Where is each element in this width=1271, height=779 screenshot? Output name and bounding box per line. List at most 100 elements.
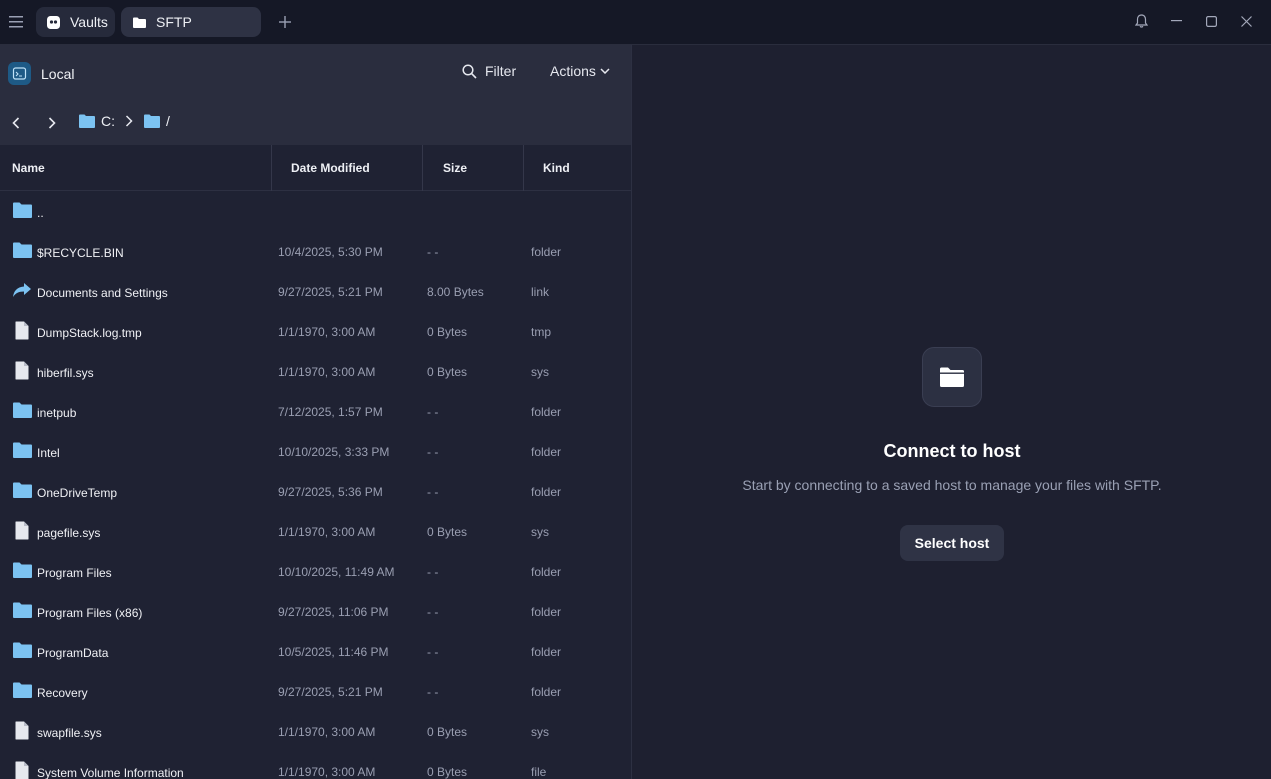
plus-icon xyxy=(279,16,291,28)
file-date: 10/10/2025, 11:49 AM xyxy=(278,565,395,579)
folder-icon xyxy=(12,440,32,460)
folder-icon xyxy=(12,560,32,580)
file-date: 10/4/2025, 5:30 PM xyxy=(278,245,383,259)
vault-icon xyxy=(46,14,61,30)
file-table-header: Name Date Modified Size Kind xyxy=(0,145,631,191)
new-tab-button[interactable] xyxy=(271,8,299,36)
file-icon xyxy=(12,320,32,340)
file-row[interactable]: hiberfil.sys 1/1/1970, 3:00 AM 0 Bytes sys xyxy=(0,351,631,391)
file-kind: tmp xyxy=(531,325,552,339)
file-date: 1/1/1970, 3:00 AM xyxy=(278,325,376,339)
file-kind: folder xyxy=(531,485,562,499)
empty-state-subtitle: Start by connecting to a saved host to m… xyxy=(742,477,1162,493)
tab-vaults[interactable]: Vaults xyxy=(36,7,115,37)
chevron-left-icon xyxy=(12,117,20,129)
folder-icon xyxy=(922,347,982,407)
file-date: 9/27/2025, 5:36 PM xyxy=(278,485,383,499)
folder-icon xyxy=(12,600,32,620)
file-name: Intel xyxy=(37,446,60,460)
file-row[interactable]: inetpub 7/12/2025, 1:57 PM - - folder xyxy=(0,391,631,431)
search-icon xyxy=(462,63,477,79)
file-row[interactable]: Documents and Settings 9/27/2025, 5:21 PM… xyxy=(0,271,631,311)
file-row[interactable]: Program Files 10/10/2025, 11:49 AM - - fold… xyxy=(0,551,631,591)
tab-sftp[interactable]: SFTP xyxy=(121,7,261,37)
menu-icon[interactable] xyxy=(0,1,32,43)
file-kind: folder xyxy=(531,445,562,459)
column-divider[interactable] xyxy=(271,145,272,191)
column-size[interactable]: Size xyxy=(443,145,467,191)
folder-icon xyxy=(12,680,32,700)
bell-icon[interactable] xyxy=(1124,0,1159,42)
file-row[interactable]: $RECYCLE.BIN 10/4/2025, 5:30 PM - - folder xyxy=(0,231,631,271)
file-size: - - xyxy=(427,645,439,659)
file-name: Program Files xyxy=(37,566,112,580)
file-size: 0 Bytes xyxy=(427,365,468,379)
folder-icon xyxy=(12,200,32,220)
remote-pane: Connect to host Start by connecting to a… xyxy=(633,45,1271,779)
column-divider[interactable] xyxy=(422,145,423,191)
minimize-icon[interactable] xyxy=(1159,0,1194,42)
file-name: Recovery xyxy=(37,686,88,700)
column-name[interactable]: Name xyxy=(12,145,45,191)
filter-button[interactable]: Filter xyxy=(462,63,516,79)
file-row[interactable]: Recovery 9/27/2025, 5:21 PM - - folder xyxy=(0,671,631,711)
file-row[interactable]: DumpStack.log.tmp 1/1/1970, 3:00 AM 0 Byte… xyxy=(0,311,631,351)
file-icon xyxy=(12,520,32,540)
file-row[interactable]: Program Files (x86) 9/27/2025, 11:06 PM - … xyxy=(0,591,631,631)
window-controls xyxy=(1124,0,1271,42)
file-row[interactable]: System Volume Information 1/1/1970, 3:00 … xyxy=(0,751,631,779)
chevron-right-icon xyxy=(125,115,133,127)
select-host-button[interactable]: Select host xyxy=(900,525,1004,561)
file-kind: file xyxy=(531,765,547,779)
file-name: pagefile.sys xyxy=(37,526,101,540)
file-row[interactable]: swapfile.sys 1/1/1970, 3:00 AM 0 Bytes sys xyxy=(0,711,631,751)
file-date: 10/10/2025, 3:33 PM xyxy=(278,445,390,459)
file-row[interactable]: pagefile.sys 1/1/1970, 3:00 AM 0 Bytes sys xyxy=(0,511,631,551)
actions-button[interactable]: Actions xyxy=(550,63,610,79)
link-arrow-icon xyxy=(12,280,32,300)
file-date: 1/1/1970, 3:00 AM xyxy=(278,765,376,779)
file-kind: link xyxy=(531,285,550,299)
breadcrumb-root[interactable]: / xyxy=(144,113,170,129)
file-kind: folder xyxy=(531,565,562,579)
file-size: - - xyxy=(427,445,439,459)
column-divider[interactable] xyxy=(523,145,524,191)
folder-icon xyxy=(12,400,32,420)
filter-label: Filter xyxy=(485,63,517,79)
file-name: inetpub xyxy=(37,406,77,420)
file-size: 0 Bytes xyxy=(427,525,468,539)
file-row[interactable]: OneDriveTemp 9/27/2025, 5:36 PM - - folder xyxy=(0,471,631,511)
file-name: OneDriveTemp xyxy=(37,486,118,500)
breadcrumb-label: / xyxy=(166,113,170,129)
file-name: swapfile.sys xyxy=(37,726,102,740)
folder-icon xyxy=(144,114,160,128)
folder-icon xyxy=(12,240,32,260)
breadcrumb-drive[interactable]: C: xyxy=(79,113,115,129)
local-terminal-icon xyxy=(8,62,31,85)
file-kind: folder xyxy=(531,685,562,699)
local-pane-header: Local Filter Actions C: / xyxy=(0,45,631,145)
file-row[interactable]: ProgramData 10/5/2025, 11:46 PM - - folder xyxy=(0,631,631,671)
chevron-down-icon xyxy=(600,68,610,74)
file-row[interactable]: Intel 10/10/2025, 3:33 PM - - folder xyxy=(0,431,631,471)
file-kind: folder xyxy=(531,245,562,259)
file-size: - - xyxy=(427,565,439,579)
file-row[interactable]: .. xyxy=(0,191,631,231)
file-name: Documents and Settings xyxy=(37,286,168,300)
column-kind[interactable]: Kind xyxy=(543,145,570,191)
file-date: 10/5/2025, 11:46 PM xyxy=(278,645,389,659)
title-bar: Vaults SFTP xyxy=(0,0,1271,45)
back-button[interactable] xyxy=(8,115,24,131)
chevron-right-icon xyxy=(48,117,56,129)
file-size: - - xyxy=(427,685,439,699)
file-name: hiberfil.sys xyxy=(37,366,94,380)
maximize-icon[interactable] xyxy=(1194,0,1229,42)
file-kind: folder xyxy=(531,605,562,619)
file-date: 9/27/2025, 11:06 PM xyxy=(278,605,389,619)
column-date-modified[interactable]: Date Modified xyxy=(291,145,370,191)
forward-button[interactable] xyxy=(44,115,60,131)
file-size: - - xyxy=(427,605,439,619)
close-icon[interactable] xyxy=(1229,0,1264,42)
file-icon xyxy=(12,360,32,380)
file-size: 0 Bytes xyxy=(427,325,468,339)
